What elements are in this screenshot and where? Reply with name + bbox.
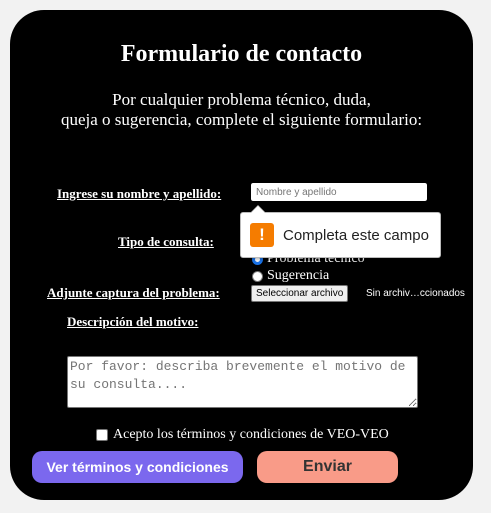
attachment-label: Adjunte captura del problema:: [47, 285, 220, 300]
radio-suggestion-label: Sugerencia: [267, 268, 330, 283]
warning-icon: !: [250, 223, 274, 247]
description-label: Descripción del motivo:: [67, 314, 199, 329]
choose-file-button[interactable]: Seleccionar archivo: [251, 285, 349, 302]
radio-option-suggestion[interactable]: Sugerencia: [252, 268, 329, 284]
submit-button[interactable]: Enviar: [257, 451, 398, 483]
contact-form-card: Formulario de contacto Por cualquier pro…: [10, 10, 473, 500]
validation-message: Completa este campo: [283, 226, 429, 244]
view-terms-button[interactable]: Ver términos y condiciones: [32, 451, 243, 483]
description-textarea[interactable]: [67, 356, 418, 408]
terms-row[interactable]: Acepto los términos y condiciones de VEO…: [96, 427, 389, 443]
radio-suggestion-button[interactable]: [252, 270, 263, 282]
form-subtitle-line-1: Por cualquier problema técnico, duda,: [112, 90, 371, 109]
terms-label: Acepto los términos y condiciones de VEO…: [113, 427, 389, 442]
validation-tooltip: ! Completa este campo: [240, 205, 441, 258]
name-input[interactable]: [249, 181, 429, 203]
name-label: Ingrese su nombre y apellido:: [57, 186, 222, 201]
query-type-label: Tipo de consulta:: [118, 234, 214, 249]
form-title: Formulario de contacto: [120, 41, 363, 67]
form-subtitle: Por cualquier problema técnico, duda, qu…: [10, 90, 473, 130]
form-subtitle-line-2: queja o sugerencia, complete el siguient…: [60, 110, 423, 129]
terms-checkbox[interactable]: [96, 429, 108, 441]
file-status-text: Sin archiv…ccionados: [366, 288, 465, 299]
